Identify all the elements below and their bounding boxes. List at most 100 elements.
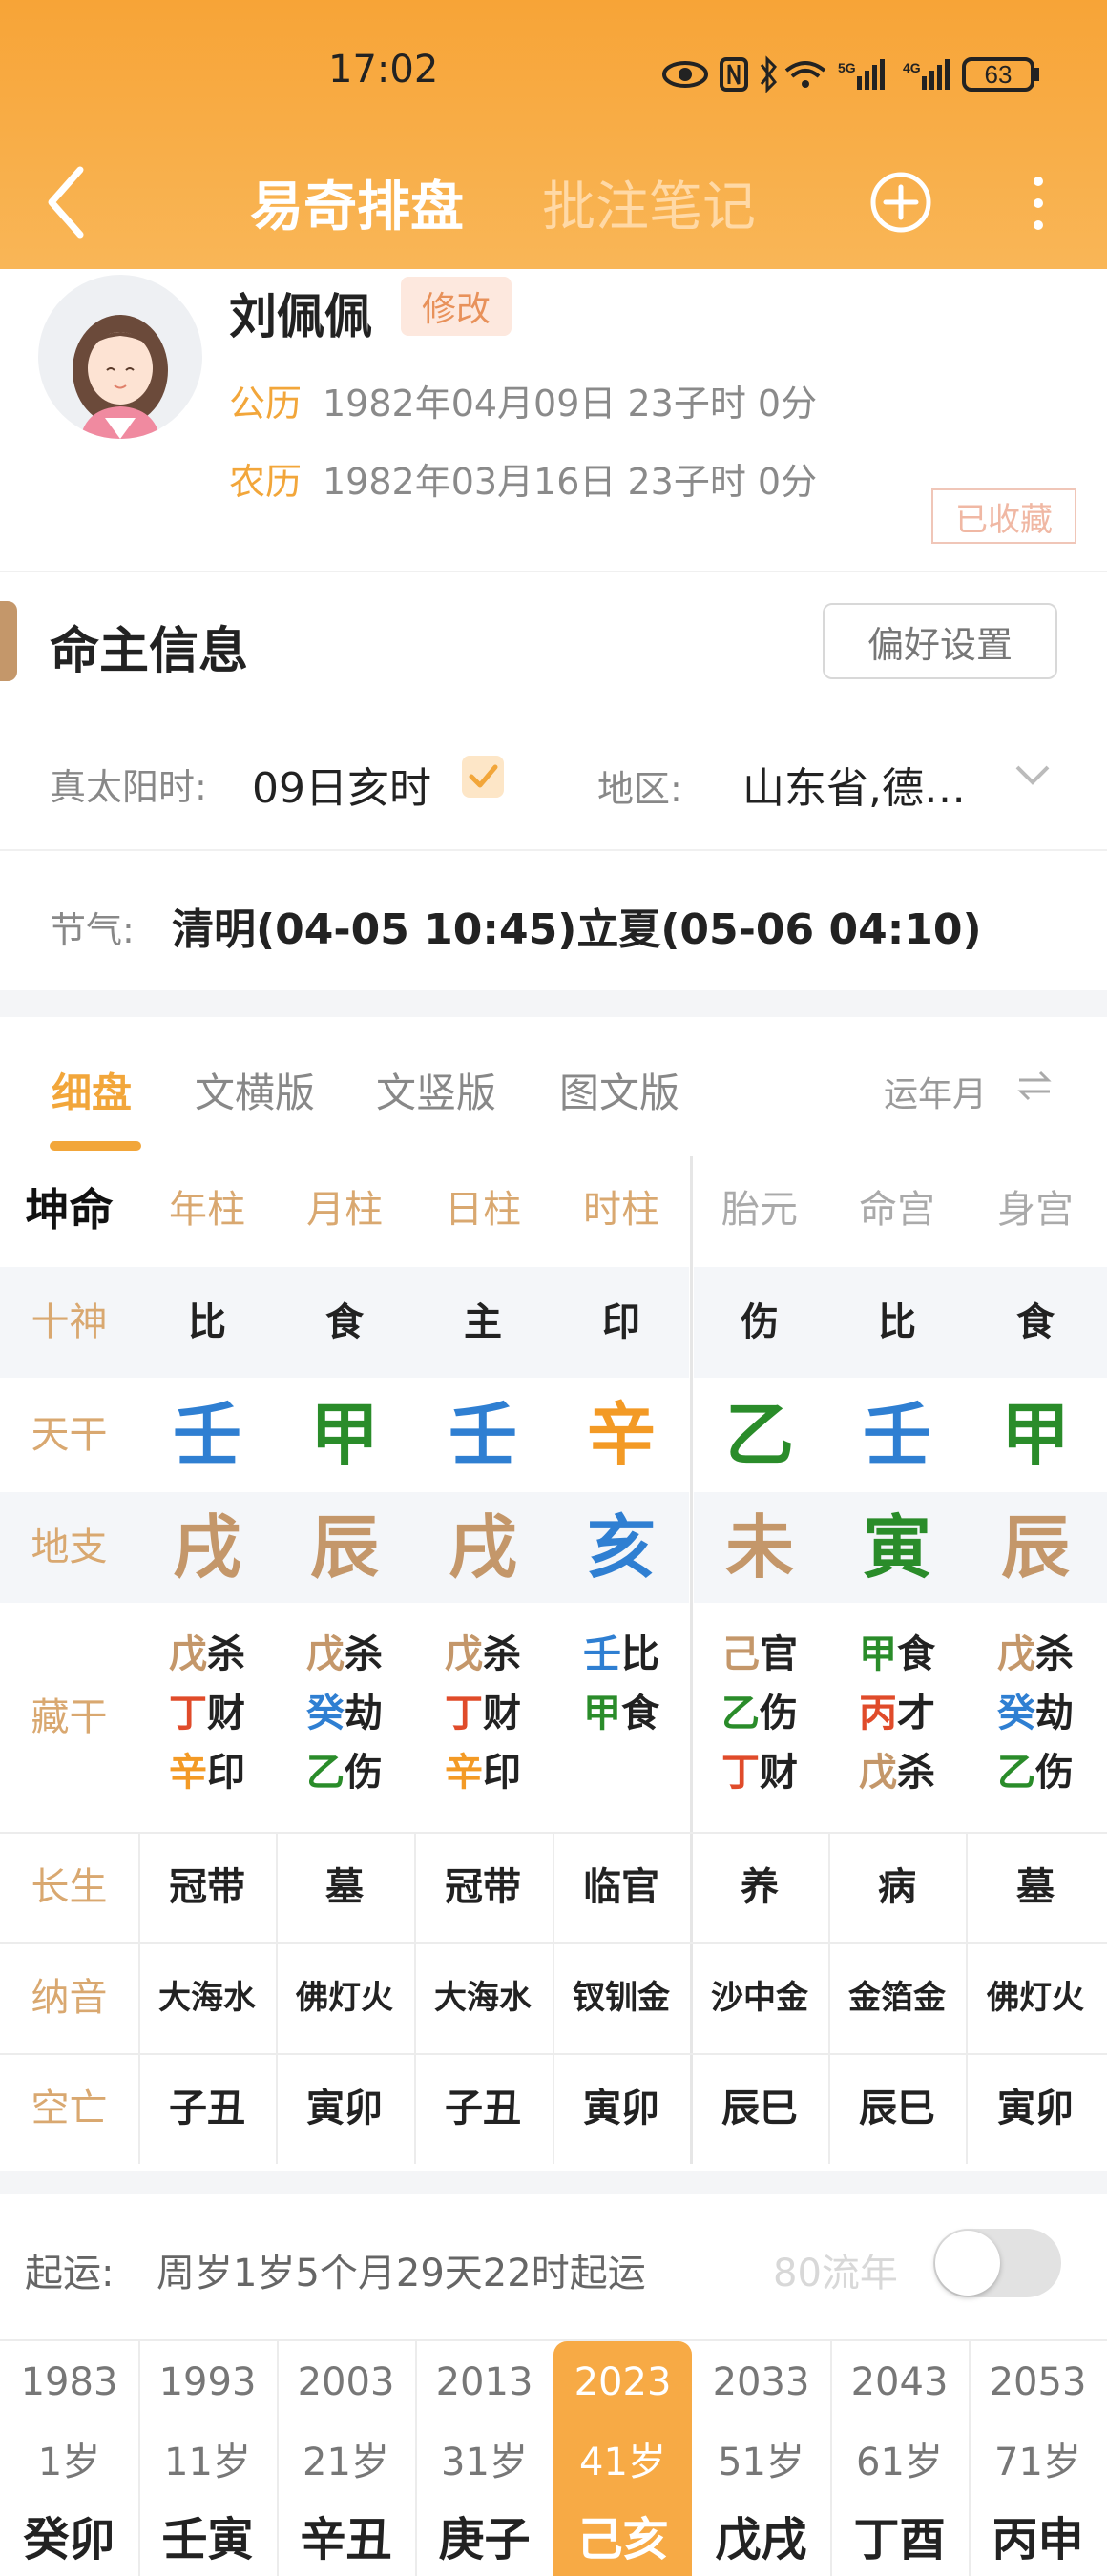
region-label: 地区: xyxy=(597,768,682,810)
nfc-icon xyxy=(720,57,748,92)
canggan-god: 劫 xyxy=(345,1692,383,1735)
dayun-item[interactable]: 1993 11岁 壬寅 xyxy=(138,2341,277,2576)
canggan-god: 财 xyxy=(207,1692,245,1735)
dizhi-cell: 戌 xyxy=(448,1507,517,1588)
canggan-god: 财 xyxy=(760,1751,798,1795)
column-header: 身宫 xyxy=(997,1188,1074,1232)
canggan-cell: 甲食 xyxy=(553,1685,690,1742)
status-icons: 5G 4G 63 xyxy=(662,55,1039,93)
canggan-stem: 乙 xyxy=(997,1751,1035,1795)
dayun-ganzhi: 壬寅 xyxy=(161,2513,254,2566)
row-label-kongwang: 空亡 xyxy=(31,2087,108,2130)
canggan-stem: 戊 xyxy=(445,1632,483,1676)
dizhi-cell: 未 xyxy=(724,1507,794,1588)
edit-button[interactable]: 修改 xyxy=(401,277,512,336)
section-title-mingzhu: 命主信息 xyxy=(50,623,249,680)
canggan-god: 食 xyxy=(621,1692,659,1735)
dayun-item[interactable]: 2043 61岁 丁酉 xyxy=(830,2341,969,2576)
canggan-cell: 乙伤 xyxy=(691,1685,828,1742)
row-label-tiangan: 天干 xyxy=(31,1413,108,1457)
dayun-year: 1993 xyxy=(158,2360,257,2404)
kunming-label: 坤命 xyxy=(25,1184,114,1236)
nayin-cell: 佛灯火 xyxy=(987,1979,1084,2017)
more-icon[interactable] xyxy=(1027,172,1050,235)
tab-tuwenban[interactable]: 图文版 xyxy=(559,1061,679,1119)
canggan-god: 食 xyxy=(897,1632,935,1676)
canggan-stem: 辛 xyxy=(445,1751,483,1795)
checkbox-true-solar[interactable] xyxy=(460,754,506,800)
canggan-stem: 癸 xyxy=(997,1692,1035,1735)
dayun-year: 2033 xyxy=(712,2360,810,2404)
preference-button[interactable]: 偏好设置 xyxy=(823,603,1057,679)
nayin-cell: 大海水 xyxy=(158,1979,256,2017)
yun-nian-yue-toggle[interactable]: 运年月 xyxy=(884,1067,987,1116)
canggan-god: 杀 xyxy=(1035,1632,1074,1676)
tab-yiqi-paipan[interactable]: 易奇排盘 xyxy=(250,164,464,241)
chevron-down-icon[interactable] xyxy=(1013,763,1052,788)
canggan-god: 杀 xyxy=(345,1632,383,1676)
canggan-stem: 丙 xyxy=(859,1692,897,1735)
girl-avatar-icon xyxy=(73,315,168,439)
shishen-cell: 食 xyxy=(1016,1300,1055,1344)
tab-wenshuban[interactable]: 文竖版 xyxy=(376,1061,496,1119)
canggan-stem: 戊 xyxy=(997,1632,1035,1676)
changsheng-cell: 病 xyxy=(878,1865,916,1909)
col-line xyxy=(830,2341,832,2576)
dizhi-cell: 辰 xyxy=(1000,1507,1070,1588)
canggan-cell: 癸劫 xyxy=(276,1685,413,1742)
region-select[interactable]: 山东省,德… xyxy=(742,754,966,815)
dayun-item[interactable]: 2023 41岁 己亥 xyxy=(554,2341,692,2576)
canggan-god: 印 xyxy=(207,1751,245,1795)
qiyun-label: 起运: xyxy=(25,2252,115,2296)
dayun-item[interactable]: 2033 51岁 戊戌 xyxy=(692,2341,830,2576)
dayun-year: 2013 xyxy=(435,2360,533,2404)
wifi-icon xyxy=(784,61,826,88)
signal-4g-icon xyxy=(922,59,950,90)
tiangan-cell: 辛 xyxy=(586,1395,656,1475)
dayun-item[interactable]: 2013 31岁 庚子 xyxy=(415,2341,554,2576)
signal-5g-icon xyxy=(857,59,885,90)
solar-date: 1982年04月09日 23子时 0分 xyxy=(323,383,818,425)
changsheng-cell: 墓 xyxy=(1016,1865,1055,1909)
canggan-cell: 戊杀 xyxy=(414,1626,552,1683)
add-icon[interactable] xyxy=(868,170,933,235)
row-label-canggan: 藏干 xyxy=(31,1695,108,1739)
tab-xipan[interactable]: 细盘 xyxy=(52,1061,132,1119)
dayun-item[interactable]: 2003 21岁 辛丑 xyxy=(277,2341,415,2576)
avatar[interactable] xyxy=(38,275,202,439)
back-icon[interactable] xyxy=(44,164,92,240)
canggan-cell: 丙才 xyxy=(828,1685,966,1742)
dayun-age: 11岁 xyxy=(164,2441,251,2484)
canggan-cell: 辛印 xyxy=(414,1744,552,1801)
dayun-age: 41岁 xyxy=(579,2441,666,2484)
jieqi-label: 节气: xyxy=(50,909,135,951)
col-line xyxy=(415,2341,417,2576)
dayun-year: 2053 xyxy=(989,2360,1087,2404)
canggan-cell: 癸劫 xyxy=(967,1685,1104,1742)
liunian-toggle[interactable] xyxy=(933,2229,1061,2297)
canggan-cell: 己官 xyxy=(691,1626,828,1683)
row-label-changsheng: 长生 xyxy=(31,1865,108,1909)
kongwang-cell: 子丑 xyxy=(445,2087,521,2130)
shishen-cell: 印 xyxy=(602,1300,640,1344)
column-header: 命宫 xyxy=(859,1188,935,1232)
dayun-ganzhi: 丁酉 xyxy=(853,2513,946,2566)
dayun-item[interactable]: 1983 1岁 癸卯 xyxy=(0,2341,138,2576)
canggan-god: 印 xyxy=(483,1751,521,1795)
swap-icon[interactable] xyxy=(1015,1069,1054,1103)
canggan-god: 杀 xyxy=(207,1632,245,1676)
dizhi-cell: 亥 xyxy=(586,1507,656,1588)
canggan-cell: 丁财 xyxy=(414,1685,552,1742)
tiangan-cell: 甲 xyxy=(309,1395,379,1475)
canggan-god: 伤 xyxy=(345,1751,383,1795)
canggan-god: 官 xyxy=(760,1632,798,1676)
tab-pizhu-biji[interactable]: 批注笔记 xyxy=(542,164,756,241)
dayun-item[interactable]: 2053 71岁 丙申 xyxy=(969,2341,1107,2576)
kongwang-cell: 寅卯 xyxy=(583,2087,659,2130)
tab-wenhengban[interactable]: 文横版 xyxy=(195,1061,315,1119)
nayin-cell: 沙中金 xyxy=(711,1979,808,2017)
dayun-year: 1983 xyxy=(20,2360,118,2404)
canggan-stem: 甲 xyxy=(859,1632,897,1676)
section-gap xyxy=(0,2171,1107,2194)
signal-label-1: 5G xyxy=(838,60,856,75)
